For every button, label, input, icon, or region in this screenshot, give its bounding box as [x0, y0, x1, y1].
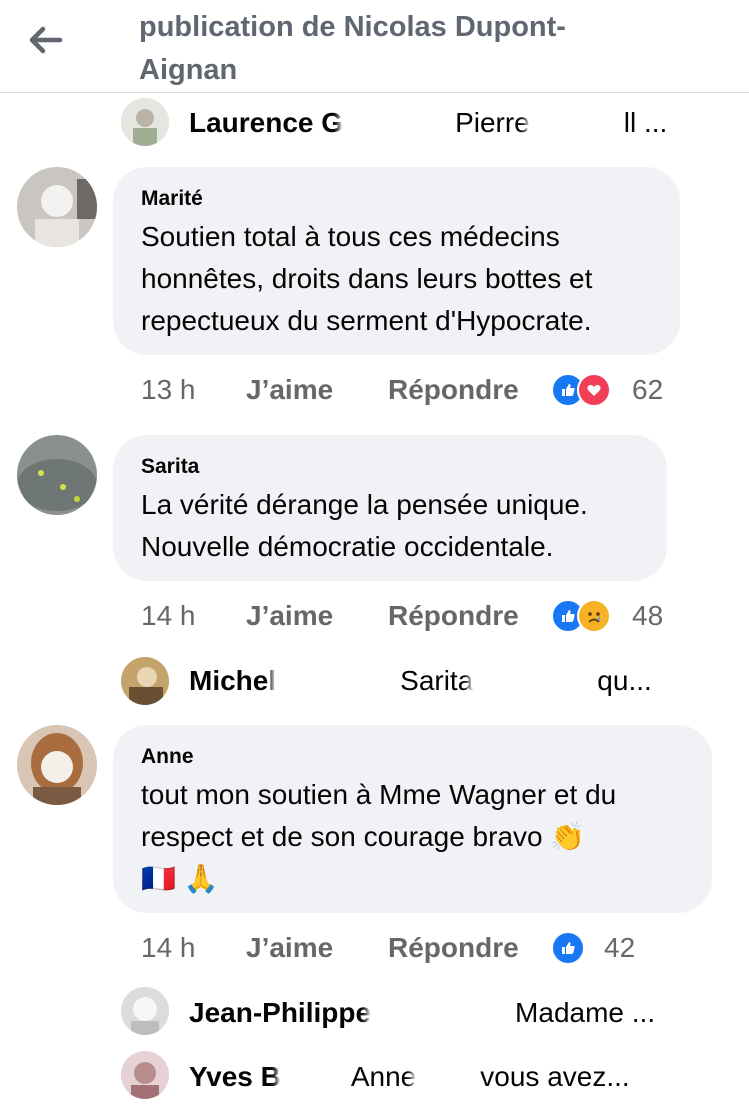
- like-button[interactable]: J’aime: [246, 374, 333, 406]
- avatar[interactable]: [17, 435, 97, 515]
- comment-actions: 13 h J’aime Répondre 62: [0, 370, 749, 410]
- comment-text: tout mon soutien à Mme Wagner et du resp…: [141, 774, 616, 900]
- page-title: publication de Nicolas Dupont-Aignan: [139, 11, 566, 86]
- comment-author[interactable]: Sarita: [141, 455, 199, 479]
- comment-line: La vérité dérange la pensée unique.: [141, 489, 588, 520]
- reply-preview-row[interactable]: Laurence G Pierre ll ...: [189, 98, 667, 148]
- reply-preview-row[interactable]: Jean-Philippe Madame ...: [189, 988, 655, 1038]
- reply-author[interactable]: Yves B: [189, 1061, 281, 1093]
- reaction-count[interactable]: 62: [632, 374, 663, 406]
- reply-author[interactable]: Laurence G: [189, 107, 343, 139]
- reaction-count[interactable]: 42: [604, 932, 635, 964]
- comment-line: Soutien total à tous ces médecins: [141, 221, 560, 252]
- comment-author[interactable]: Anne: [141, 745, 194, 769]
- comment-line: 🇫🇷 🙏: [141, 863, 219, 894]
- comment-time[interactable]: 14 h: [141, 600, 196, 632]
- comment-line: repectueux du serment d'Hypocrate.: [141, 305, 592, 336]
- like-button[interactable]: J’aime: [246, 932, 333, 964]
- reply-text: Pierre: [455, 107, 530, 138]
- reply-text: Anne: [350, 1061, 417, 1092]
- reply-text: Sarita: [400, 665, 474, 696]
- back-button[interactable]: [22, 18, 70, 62]
- comment-line: tout mon soutien à Mme Wagner et du: [141, 779, 617, 810]
- reply-text: Madame ...: [515, 997, 656, 1028]
- reply-preview-row[interactable]: Yves B Anne vous avez...: [189, 1052, 630, 1102]
- comment-time[interactable]: 14 h: [141, 932, 196, 964]
- comment-line: honnêtes, droits dans leurs bottes et: [141, 263, 593, 294]
- comment-actions: 14 h J’aime Répondre 42: [0, 928, 749, 968]
- avatar[interactable]: [17, 167, 97, 247]
- comment-text: La vérité dérange la pensée unique. Nouv…: [141, 484, 588, 568]
- comment-line: respect et de son courage bravo 👏: [141, 821, 586, 852]
- reaction-summary[interactable]: [551, 931, 585, 965]
- comment-text: Soutien total à tous ces médecins honnêt…: [141, 216, 592, 342]
- comment-line: Nouvelle démocratie occidentale.: [141, 531, 554, 562]
- reaction-count[interactable]: 48: [632, 600, 663, 632]
- comment-author[interactable]: Marité: [141, 187, 203, 211]
- top-bar: publication de Nicolas Dupont-Aignan: [0, 0, 749, 93]
- reply-button[interactable]: Répondre: [388, 600, 519, 632]
- reply-preview-row[interactable]: Michel Sarita qu...: [189, 656, 652, 706]
- reply-text-ellipsis: vous avez...: [480, 1061, 630, 1092]
- avatar[interactable]: [121, 1051, 169, 1099]
- comment-time[interactable]: 13 h: [141, 374, 196, 406]
- sad-icon: [577, 599, 611, 633]
- reply-text-ellipsis: ll ...: [623, 107, 668, 138]
- back-arrow-icon: [29, 26, 63, 54]
- reaction-summary[interactable]: [551, 599, 611, 633]
- comment-actions: 14 h J’aime Répondre 48: [0, 596, 749, 636]
- reaction-summary[interactable]: [551, 373, 611, 407]
- avatar[interactable]: [121, 987, 169, 1035]
- reply-button[interactable]: Répondre: [388, 374, 519, 406]
- avatar[interactable]: [121, 657, 169, 705]
- avatar[interactable]: [121, 98, 169, 146]
- avatar[interactable]: [17, 725, 97, 805]
- love-icon: [577, 373, 611, 407]
- like-button[interactable]: J’aime: [246, 600, 333, 632]
- reply-author[interactable]: Jean-Philippe: [189, 997, 371, 1029]
- like-icon: [551, 931, 585, 965]
- reply-text-ellipsis: qu...: [597, 665, 652, 696]
- reply-button[interactable]: Répondre: [388, 932, 519, 964]
- reply-author[interactable]: Michel: [189, 665, 276, 697]
